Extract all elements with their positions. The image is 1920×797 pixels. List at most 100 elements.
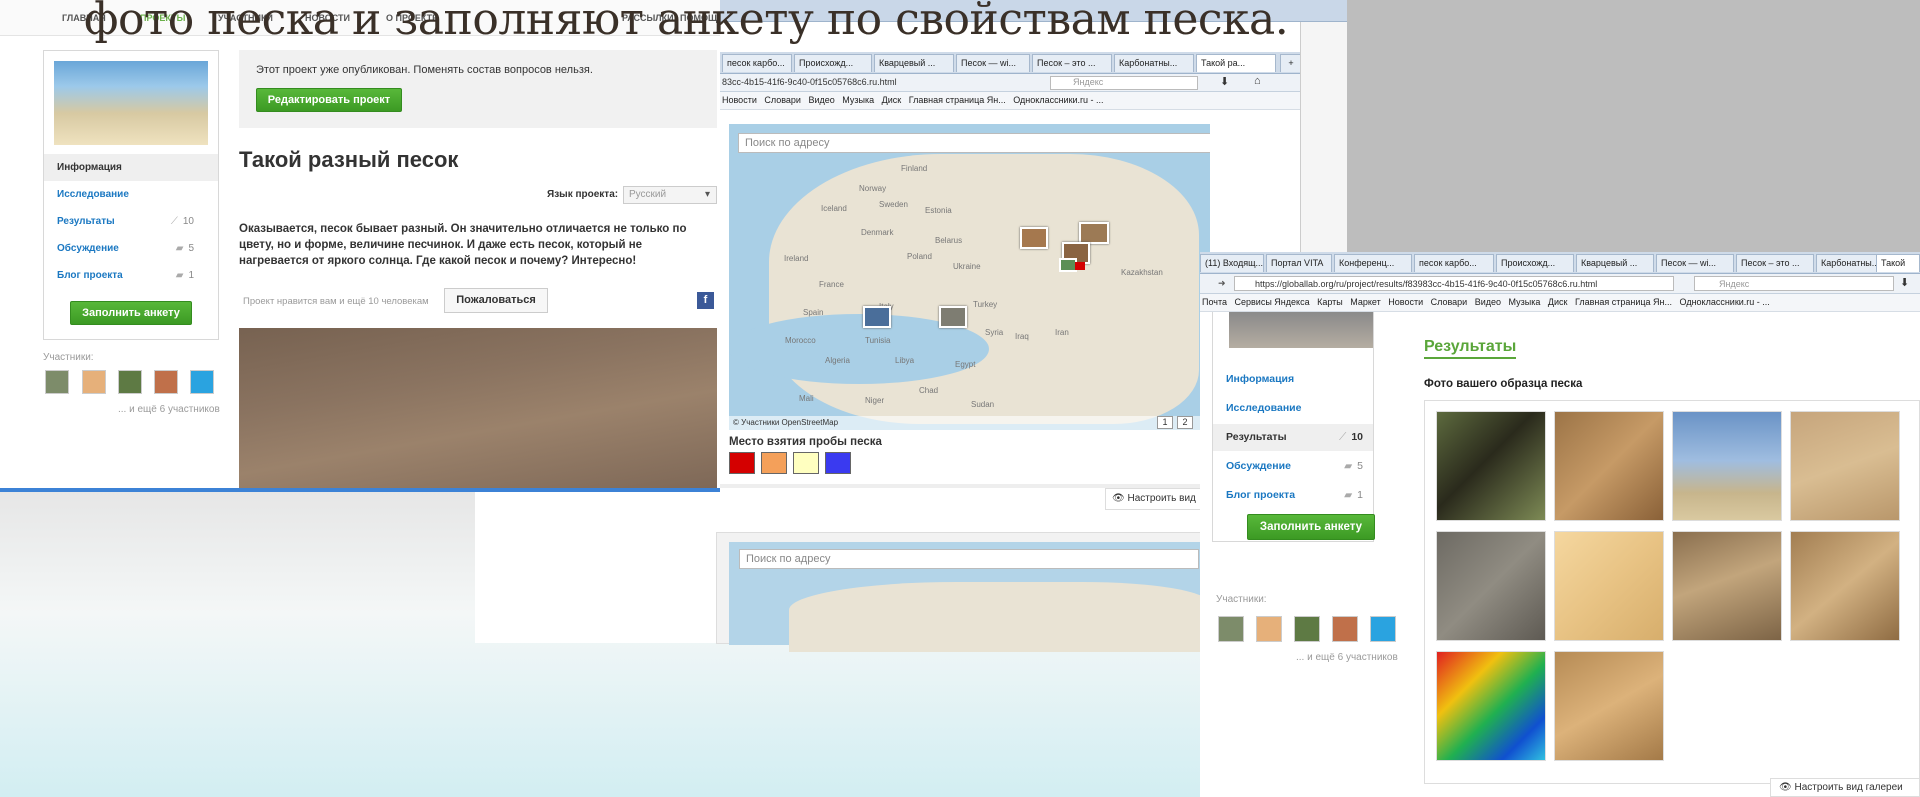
avatar[interactable] bbox=[1218, 616, 1244, 642]
bookmark[interactable]: Новости bbox=[722, 95, 757, 105]
sidebar-item-blog[interactable]: Блог проекта ▰ 1 bbox=[1213, 482, 1373, 509]
map-page-1[interactable]: 1 bbox=[1157, 416, 1173, 429]
tab[interactable]: песок карбо... bbox=[722, 54, 792, 72]
back-icon[interactable]: ➜ bbox=[1218, 278, 1226, 289]
tab[interactable]: Песок — wi... bbox=[1656, 254, 1734, 272]
url-field[interactable]: https://globallab.org/ru/project/results… bbox=[1234, 276, 1674, 291]
gallery-thumb[interactable] bbox=[1790, 411, 1900, 521]
sidebar-item-info[interactable]: Информация bbox=[44, 154, 218, 181]
more-participants-link[interactable]: ... и ещё 6 участников bbox=[118, 404, 220, 415]
map-marker-photo[interactable] bbox=[1079, 222, 1109, 244]
avatar[interactable] bbox=[1294, 616, 1320, 642]
tab[interactable]: Конференц... bbox=[1334, 254, 1412, 272]
bookmark[interactable]: Диск bbox=[1548, 297, 1568, 307]
chart-icon: ⟋ bbox=[1338, 431, 1347, 443]
tab[interactable]: песок карбо... bbox=[1414, 254, 1494, 272]
notice-text: Этот проект уже опубликован. Поменять со… bbox=[256, 64, 593, 76]
project-sidebar: Информация Исследование Результаты ⟋ 10 Об… bbox=[1212, 312, 1375, 542]
tab[interactable]: (11) Входящ... bbox=[1200, 254, 1264, 272]
bookmark[interactable]: Карты bbox=[1317, 297, 1343, 307]
map-search-input-2[interactable]: Поиск по адресу bbox=[739, 549, 1199, 569]
complain-button[interactable]: Пожаловаться bbox=[444, 288, 548, 313]
bookmark[interactable]: Одноклассники.ru - ... bbox=[1680, 297, 1770, 307]
tab[interactable]: Карбонатны... bbox=[1114, 54, 1194, 72]
fill-survey-button[interactable]: Заполнить анкету bbox=[70, 301, 192, 325]
avatar[interactable] bbox=[82, 370, 106, 394]
bookmark[interactable]: Одноклассники.ru - ... bbox=[1013, 95, 1103, 105]
project-page-window: ГЛАВНАЯ ПРОЕКТЫ УЧАСТНИКИ НОВОСТИ О ПРОЕ… bbox=[0, 0, 724, 492]
gallery-thumb[interactable] bbox=[1436, 411, 1546, 521]
bookmark[interactable]: Словари bbox=[1431, 297, 1468, 307]
tab[interactable]: Происхожд... bbox=[794, 54, 872, 72]
search-field[interactable]: Яндекс bbox=[1694, 276, 1894, 291]
bookmark[interactable]: Видео bbox=[1475, 297, 1501, 307]
tab[interactable]: Песок — wi... bbox=[956, 54, 1030, 72]
more-participants-link[interactable]: ... и ещё 6 участников bbox=[1296, 652, 1398, 663]
map-marker-photo[interactable] bbox=[863, 306, 891, 328]
map-marker-photo[interactable] bbox=[1020, 227, 1048, 249]
gallery-thumb[interactable] bbox=[1554, 531, 1664, 641]
tab[interactable]: Песок – это ... bbox=[1032, 54, 1112, 72]
avatar[interactable] bbox=[190, 370, 214, 394]
map-page-2[interactable]: 2 bbox=[1177, 416, 1193, 429]
tab-active[interactable]: Такой bbox=[1876, 254, 1920, 272]
sidebar-item-blog[interactable]: Блог проекта ▰ 1 bbox=[44, 262, 218, 289]
gallery-thumb[interactable] bbox=[1790, 531, 1900, 641]
language-select[interactable]: Русский ▾ bbox=[623, 186, 717, 204]
gallery-settings-button[interactable]: 👁 Настроить вид галереи bbox=[1770, 778, 1920, 797]
tab[interactable]: Песок – это ... bbox=[1736, 254, 1814, 272]
avatar[interactable] bbox=[1332, 616, 1358, 642]
bookmark[interactable]: Диск bbox=[882, 95, 902, 105]
download-icon[interactable]: ⬇ bbox=[1900, 276, 1909, 289]
avatar[interactable] bbox=[154, 370, 178, 394]
tab-active[interactable]: Такой ра... bbox=[1196, 54, 1276, 72]
bookmark[interactable]: Главная страница Ян... bbox=[909, 95, 1006, 105]
bookmark[interactable]: Почта bbox=[1202, 297, 1227, 307]
tab[interactable]: Кварцевый ... bbox=[1576, 254, 1654, 272]
address-bar[interactable]: ➜ https://globallab.org/ru/project/resul… bbox=[1200, 274, 1920, 294]
bookmark[interactable]: Маркет bbox=[1350, 297, 1380, 307]
bookmark[interactable]: Новости bbox=[1388, 297, 1423, 307]
tab[interactable]: Портал VITA bbox=[1266, 254, 1332, 272]
edit-project-button[interactable]: Редактировать проект bbox=[256, 88, 402, 112]
avatar[interactable] bbox=[1256, 616, 1282, 642]
gallery-thumb[interactable] bbox=[1436, 531, 1546, 641]
map-marker-red[interactable] bbox=[1075, 262, 1085, 270]
sidebar-item-research[interactable]: Исследование bbox=[1213, 395, 1373, 422]
facebook-share-icon[interactable]: f bbox=[697, 292, 714, 309]
avatar[interactable] bbox=[1370, 616, 1396, 642]
sidebar-item-research[interactable]: Исследование bbox=[44, 181, 218, 208]
gallery-thumb[interactable] bbox=[1554, 411, 1664, 521]
map-label: Poland bbox=[907, 252, 932, 261]
map-view[interactable]: Поиск по адресу ⚲ + Iceland Finland Norw… bbox=[729, 124, 1210, 430]
bookmark[interactable]: Музыка bbox=[1509, 297, 1541, 307]
bookmark[interactable]: Сервисы Яндекса bbox=[1235, 297, 1310, 307]
tab[interactable]: Кварцевый ... bbox=[874, 54, 954, 72]
gallery-thumb[interactable] bbox=[1436, 651, 1546, 761]
fill-survey-button[interactable]: Заполнить анкету bbox=[1247, 514, 1375, 540]
sidebar-item-discussion[interactable]: Обсуждение ▰ 5 bbox=[44, 235, 218, 262]
bookmark[interactable]: Видео bbox=[808, 95, 834, 105]
home-icon[interactable]: ⌂ bbox=[1254, 75, 1261, 87]
bookmark[interactable]: Главная страница Ян... bbox=[1575, 297, 1672, 307]
sidebar-item-info[interactable]: Информация bbox=[1213, 366, 1373, 393]
gallery-thumb[interactable] bbox=[1672, 411, 1782, 521]
bookmark[interactable]: Словари bbox=[764, 95, 801, 105]
search-field[interactable]: Яндекс bbox=[1050, 76, 1198, 90]
sidebar-item-results[interactable]: Результаты ⟋ 10 bbox=[1213, 424, 1373, 451]
address-bar[interactable]: 83cc-4b15-41f6-9c40-0f15c05768c6.ru.html… bbox=[720, 74, 1347, 92]
download-icon[interactable]: ⬇ bbox=[1220, 75, 1229, 88]
map-marker-photo[interactable] bbox=[939, 306, 967, 328]
avatar[interactable] bbox=[45, 370, 69, 394]
project-title: Такой разный песок bbox=[239, 147, 459, 172]
gallery-thumb[interactable] bbox=[1672, 531, 1782, 641]
avatar[interactable] bbox=[118, 370, 142, 394]
new-tab-button[interactable]: + bbox=[1280, 54, 1302, 72]
bookmark[interactable]: Музыка bbox=[842, 95, 874, 105]
tab[interactable]: Происхожд... bbox=[1496, 254, 1574, 272]
sidebar-item-discussion[interactable]: Обсуждение ▰ 5 bbox=[1213, 453, 1373, 480]
gallery-thumb[interactable] bbox=[1554, 651, 1664, 761]
map-view-2[interactable]: Поиск по адресу bbox=[729, 542, 1209, 652]
sidebar-item-results[interactable]: Результаты ⟋ 10 bbox=[44, 208, 218, 235]
map-search-input[interactable]: Поиск по адресу bbox=[738, 133, 1210, 153]
